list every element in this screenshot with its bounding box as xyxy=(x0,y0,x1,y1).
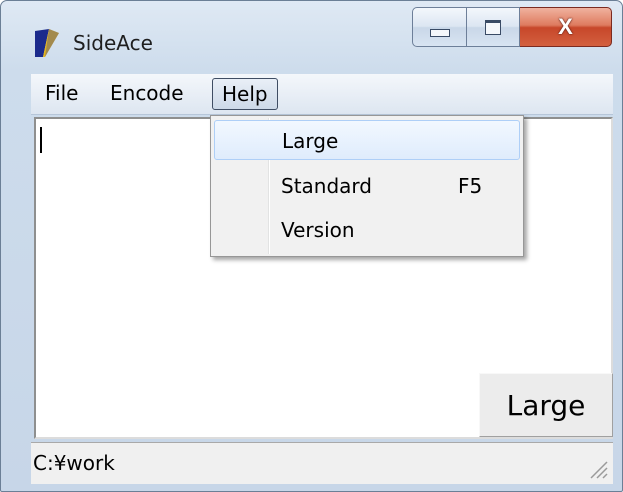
minimize-icon xyxy=(429,29,450,37)
menu-item-standard[interactable]: Standard F5 xyxy=(214,166,520,206)
maximize-button[interactable] xyxy=(467,7,520,47)
title-bar[interactable]: SideAce X xyxy=(1,1,622,71)
menu-item-shortcut: F5 xyxy=(458,174,483,198)
menu-encode[interactable]: Encode xyxy=(101,78,193,110)
caption-buttons: X xyxy=(412,7,614,49)
menu-item-version[interactable]: Version xyxy=(214,210,520,250)
text-caret xyxy=(40,127,42,153)
resize-grip-icon[interactable] xyxy=(587,458,609,480)
close-icon: X xyxy=(558,14,573,39)
window-title: SideAce xyxy=(73,31,153,55)
sideace-app-icon xyxy=(35,29,59,57)
menu-item-large[interactable]: Large xyxy=(214,120,520,160)
menu-bar: File Encode Help xyxy=(31,74,613,115)
menu-item-label: Version xyxy=(281,218,355,242)
menu-file[interactable]: File xyxy=(36,78,87,110)
minimize-button[interactable] xyxy=(412,7,467,47)
status-path: C:¥work xyxy=(33,451,115,475)
menu-help[interactable]: Help xyxy=(212,78,278,110)
close-button[interactable]: X xyxy=(520,7,612,47)
help-dropdown-menu: Large Standard F5 Version xyxy=(210,115,524,257)
menu-item-label: Standard xyxy=(281,174,372,198)
app-window: SideAce X File Encode Help Large C:¥work xyxy=(0,0,623,492)
menu-item-label: Large xyxy=(282,129,339,153)
large-button[interactable]: Large xyxy=(479,373,613,437)
status-bar: C:¥work xyxy=(31,442,613,484)
maximize-icon xyxy=(485,19,501,35)
